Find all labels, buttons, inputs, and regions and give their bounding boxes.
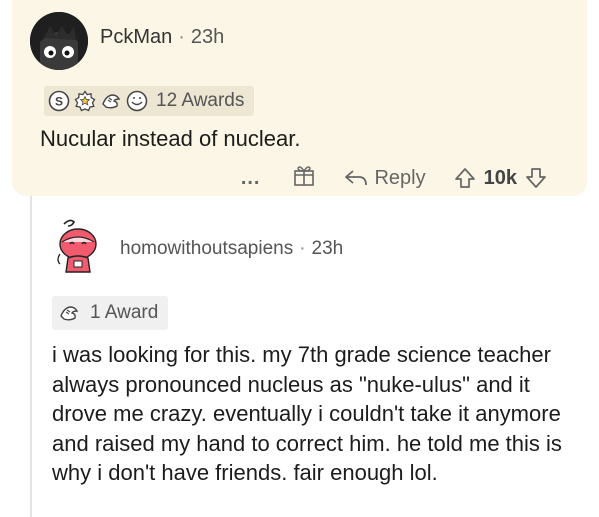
awards-count: 12 Awards	[156, 90, 245, 111]
top-comment: PckMan · 23h S 12 Awards Nucular instead o…	[12, 0, 587, 196]
comment-body: i was looking for this. my 7th grade sci…	[52, 342, 562, 485]
silver-award-icon: S	[48, 90, 70, 112]
gold-award-icon	[74, 90, 96, 112]
timestamp[interactable]: 23h	[312, 238, 344, 259]
gift-icon	[294, 166, 315, 186]
hand-award-icon	[60, 306, 79, 321]
smile-award-icon	[126, 90, 148, 112]
hand-award-icon	[102, 94, 121, 109]
reply-icon	[345, 170, 368, 186]
vote-score: 10k	[483, 166, 517, 189]
downvote-icon[interactable]	[525, 167, 547, 189]
svg-text:S: S	[55, 95, 63, 109]
thread-line[interactable]	[30, 196, 32, 517]
awards-count: 1 Award	[90, 302, 159, 323]
avatar[interactable]	[30, 12, 88, 70]
reply-button[interactable]: Reply	[344, 166, 426, 190]
avatar[interactable]	[48, 214, 110, 276]
comment-meta: PckMan · 23h	[100, 26, 224, 49]
reply-label: Reply	[374, 166, 426, 189]
separator-dot: ·	[178, 26, 185, 48]
timestamp[interactable]: 23h	[191, 26, 224, 48]
separator-dot: ·	[299, 238, 306, 259]
username-link[interactable]: homowithoutsapiens	[120, 238, 293, 259]
avatar-icon	[57, 219, 97, 273]
more-options-button[interactable]: ...	[241, 167, 261, 190]
comment-meta: homowithoutsapiens · 23h	[120, 238, 343, 260]
upvote-icon[interactable]	[454, 167, 476, 189]
comment-body: Nucular instead of nuclear.	[40, 126, 301, 151]
give-award-button[interactable]	[292, 163, 316, 193]
username-link[interactable]: PckMan	[100, 26, 172, 48]
awards-pill[interactable]: S 12 Awards	[44, 86, 255, 116]
avatar-icon	[30, 12, 88, 70]
vote-controls: 10k	[454, 167, 547, 190]
comment-actions: ... Reply 10k	[241, 163, 547, 193]
awards-pill[interactable]: 1 Award	[52, 296, 169, 330]
